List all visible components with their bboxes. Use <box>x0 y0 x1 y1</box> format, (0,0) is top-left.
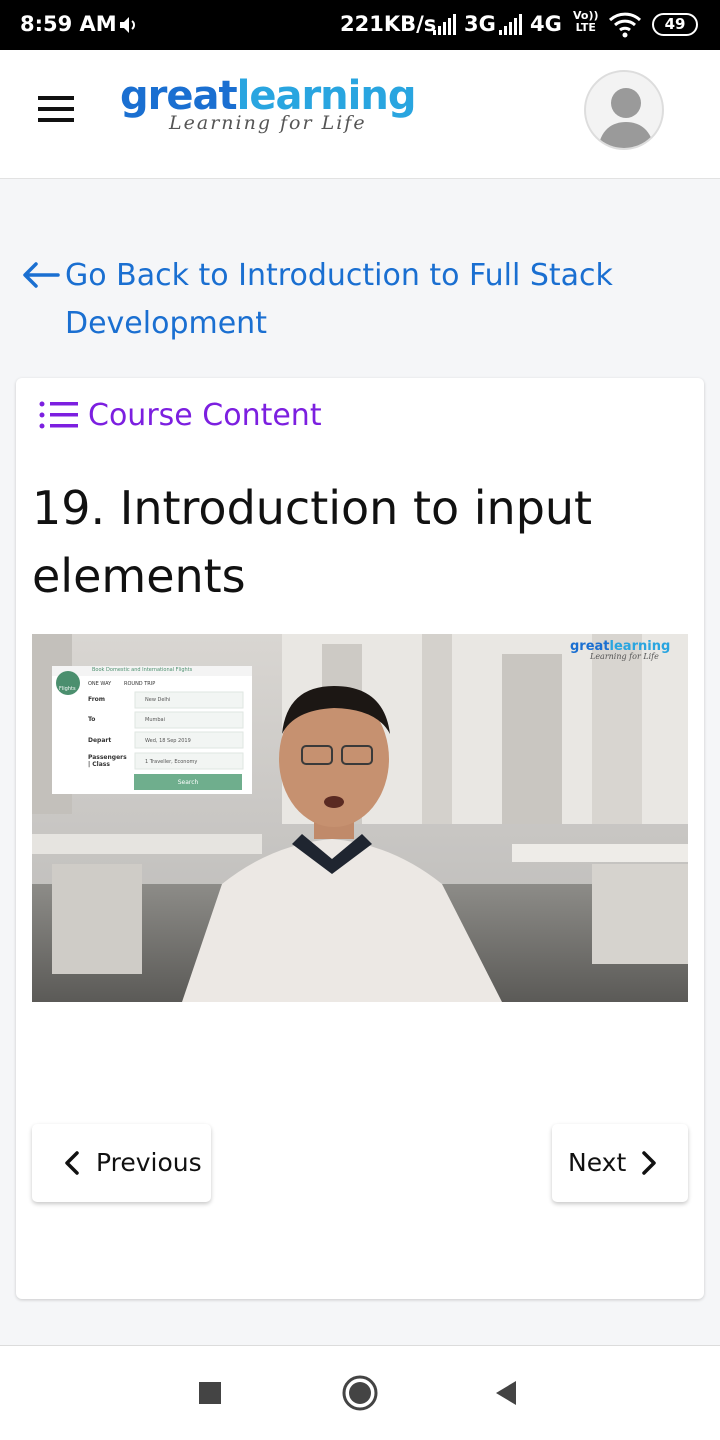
course-content-button[interactable]: Course Content <box>38 396 322 436</box>
status-time: 8:59 AM <box>20 12 117 36</box>
network-3g: 3G <box>464 12 496 36</box>
form-depart-label: Depart <box>88 737 112 744</box>
status-bar: 8:59 AM 221KB/s 3G 4G Vo)) LTE 49 <box>0 0 720 50</box>
next-label: Next <box>568 1148 627 1177</box>
video-frame <box>32 634 688 1002</box>
form-one-way: ONE WAY <box>88 681 112 687</box>
form-search-button: Search <box>177 779 199 786</box>
battery-level: 49 <box>664 15 686 33</box>
recents-icon[interactable] <box>198 1381 222 1405</box>
next-button[interactable]: Next <box>552 1124 688 1202</box>
lesson-title: 19. Introduction to input elements <box>32 481 593 603</box>
volte-indicator: Vo)) LTE <box>573 10 599 34</box>
lesson-video[interactable]: greatlearning Learning for Life Book Dom… <box>32 634 688 1002</box>
form-to-value: Mumbai <box>145 717 165 723</box>
form-tab-label: Book Domestic and International Flights <box>92 667 193 673</box>
signal-icon <box>499 14 522 35</box>
video-watermark: greatlearning Learning for Life <box>570 639 670 661</box>
great-learning-logo[interactable]: greatlearning Learning for Life <box>120 72 416 134</box>
lesson-card: Course Content 19. Introduction to input… <box>16 378 704 1299</box>
previous-button[interactable]: Previous <box>32 1124 211 1202</box>
form-from-label: From <box>88 696 106 703</box>
home-icon[interactable] <box>341 1374 379 1412</box>
battery-icon: 49 <box>652 13 698 36</box>
back-link-label: Go Back to Introduction to Full Stack De… <box>65 258 613 341</box>
back-icon[interactable] <box>494 1380 518 1406</box>
form-passengers-value: 1 Traveller, Economy <box>145 759 198 765</box>
list-icon <box>39 401 78 429</box>
app-header: greatlearning Learning for Life <box>0 50 720 179</box>
system-navigation-bar <box>0 1345 720 1440</box>
network-4g: 4G <box>530 12 562 36</box>
network-speed: 221KB/s <box>340 12 437 36</box>
wifi-icon <box>608 12 642 38</box>
user-avatar-icon[interactable] <box>584 70 664 150</box>
volte-bottom: LTE <box>575 21 596 34</box>
back-to-course-link[interactable]: Go Back to Introduction to Full Stack De… <box>22 252 672 348</box>
watermark-tagline: Learning for Life <box>590 652 659 661</box>
hamburger-menu-icon[interactable] <box>38 96 74 124</box>
form-passengers-label: Passengers | Class <box>88 754 127 768</box>
form-badge: Flights <box>59 686 76 692</box>
signal-icon <box>433 14 456 35</box>
form-depart-value: Wed, 18 Sep 2019 <box>145 738 191 744</box>
form-to-label: To <box>88 716 96 723</box>
chevron-left-icon <box>65 1151 79 1175</box>
previous-label: Previous <box>96 1148 202 1177</box>
arrow-left-icon <box>23 262 60 288</box>
form-round-trip: ROUND TRIP <box>124 681 156 687</box>
volume-icon <box>120 17 135 33</box>
chevron-right-icon <box>642 1151 656 1175</box>
form-from-value: New Delhi <box>145 697 171 703</box>
